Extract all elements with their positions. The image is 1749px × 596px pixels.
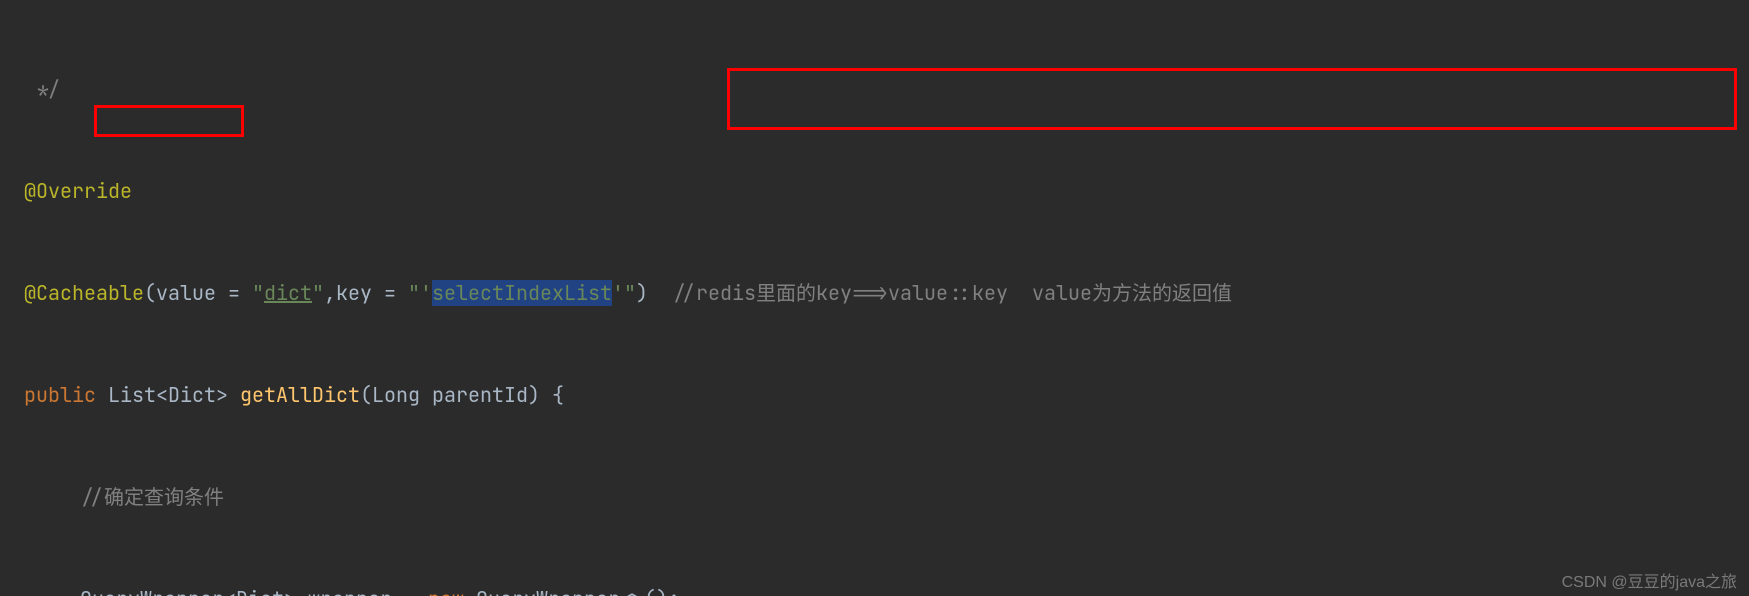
code-text: (value = [144,280,252,306]
comment-end: */ [24,76,60,102]
comment-cond: //确定查询条件 [80,484,224,510]
annotation-cacheable: @Cacheable [24,280,144,306]
code-text: List<Dict> [96,382,240,408]
method-getalldict: getAllDict [240,382,360,408]
string-quote: '" [612,280,636,306]
code-text: ) [636,280,672,306]
string-quote: " [312,280,324,306]
keyword-public: public [24,382,96,408]
annotation-override: @Override [24,178,132,204]
code-text: QueryWrapper<Dict> wrapper = [80,586,428,596]
code-editor-content[interactable]: */ @Override @Cacheable(value = "dict",k… [0,0,1749,596]
code-text: (Long parentId) { [360,382,564,408]
comment-redis: //redis里面的key==>value::key value为方法的返回值 [672,280,1232,306]
code-text: ,key = [324,280,408,306]
watermark: CSDN @豆豆的java之旅 [1562,568,1737,592]
string-quote: " [252,280,264,306]
string-quote: "' [408,280,432,306]
string-dict: dict [264,280,312,306]
keyword-new: new [428,586,464,596]
code-text: QueryWrapper<>(); [464,586,680,596]
string-selectindex: selectIndexList [432,280,612,306]
